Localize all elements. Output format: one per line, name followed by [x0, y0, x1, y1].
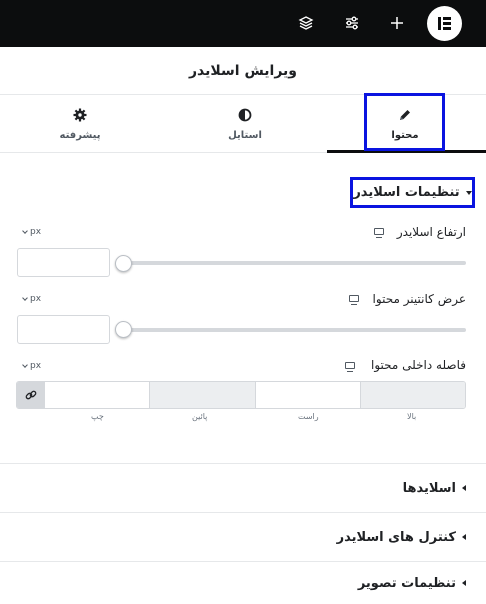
caret-left-icon	[462, 485, 466, 491]
desktop-responsive-icon[interactable]	[349, 295, 359, 305]
section-title: تنظیمات اسلایدر	[353, 185, 460, 200]
padding-left-input[interactable]	[44, 382, 150, 408]
gear-icon	[73, 108, 87, 125]
tab-label: استایل	[228, 129, 262, 141]
tab-style[interactable]: استایل	[205, 95, 285, 153]
unit-label: px	[30, 227, 42, 237]
padding-bottom-input[interactable]	[149, 382, 255, 408]
padding-right-input[interactable]	[254, 382, 360, 408]
section-title: تنظیمات تصویر	[357, 575, 456, 591]
chevron-down-icon	[22, 295, 28, 301]
layers-icon[interactable]	[295, 12, 317, 34]
padding-label: فاصله داخلی محتوا	[370, 358, 466, 372]
caret-down-icon	[465, 190, 472, 195]
half-circle-icon	[238, 108, 252, 125]
padding-right-label: راست	[298, 412, 319, 421]
desktop-responsive-icon[interactable]	[345, 362, 355, 372]
editor-topbar	[0, 0, 486, 47]
height-label: ارتفاع اسلایدر	[396, 225, 466, 239]
width-slider-track[interactable]	[121, 328, 466, 332]
unit-selector-height[interactable]: px	[22, 227, 42, 237]
section-title: اسلایدها	[402, 480, 456, 496]
chevron-down-icon	[22, 362, 28, 368]
section-image-settings[interactable]: تنظیمات تصویر	[0, 561, 486, 604]
caret-left-icon	[462, 580, 466, 586]
height-input[interactable]	[17, 248, 110, 277]
link-icon	[25, 386, 37, 405]
tab-label: پیشرفته	[59, 129, 101, 141]
panel-title: ویرایش اسلایدر	[0, 47, 486, 95]
section-title: کنترل های اسلایدر	[336, 529, 456, 545]
unit-label: px	[30, 294, 42, 304]
padding-dimensions	[16, 381, 466, 409]
width-label: عرض کانتینر محتوا	[372, 292, 466, 306]
section-slides[interactable]: اسلایدها	[0, 463, 486, 512]
desktop-responsive-icon[interactable]	[374, 228, 384, 238]
padding-left-label: چپ	[91, 412, 104, 421]
padding-top-label: بالا	[407, 412, 417, 421]
active-tab-highlight	[364, 93, 445, 151]
tab-advanced[interactable]: پیشرفته	[40, 95, 120, 153]
section-slider-controls[interactable]: کنترل های اسلایدر	[0, 512, 486, 561]
unit-selector-padding[interactable]: px	[22, 361, 42, 371]
height-slider-handle[interactable]	[115, 255, 132, 272]
unit-selector-width[interactable]: px	[22, 294, 42, 304]
chevron-down-icon	[22, 228, 28, 234]
plus-icon[interactable]	[386, 12, 408, 34]
link-values-button[interactable]	[17, 382, 44, 408]
unit-label: px	[30, 361, 42, 371]
height-slider-track[interactable]	[121, 261, 466, 265]
width-input[interactable]	[17, 315, 110, 344]
padding-top-input[interactable]	[359, 382, 465, 408]
padding-bottom-label: پائین	[192, 412, 208, 421]
width-slider-handle[interactable]	[115, 321, 132, 338]
elementor-logo[interactable]	[427, 6, 462, 41]
sliders-icon[interactable]	[341, 12, 363, 34]
section-slider-settings[interactable]: تنظیمات اسلایدر	[350, 177, 475, 208]
caret-left-icon	[462, 534, 466, 540]
